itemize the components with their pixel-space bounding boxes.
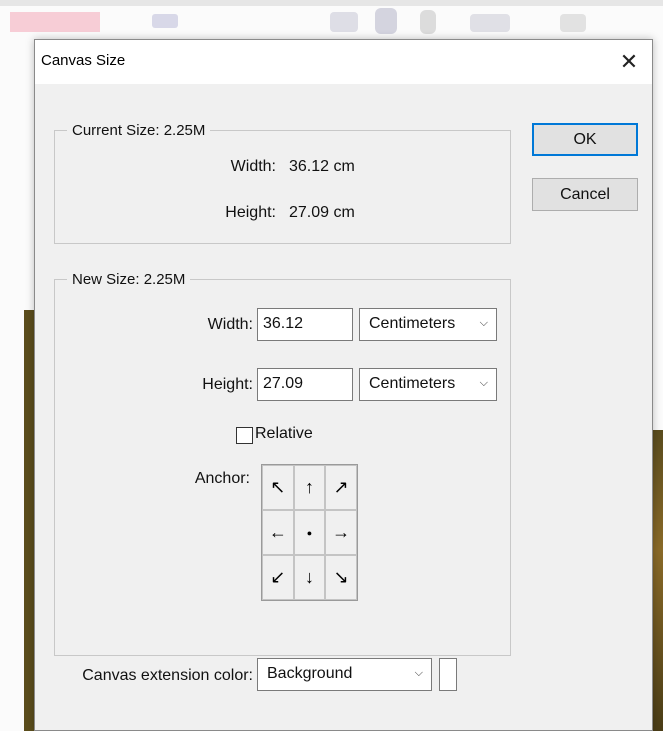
- background-shape: [330, 12, 358, 32]
- relative-label[interactable]: Relative: [255, 425, 313, 443]
- background-topbar: [0, 0, 663, 6]
- current-height-label: Height:: [225, 204, 276, 221]
- background-image-strip: [24, 310, 34, 731]
- width-unit-value: Centimeters: [369, 315, 456, 332]
- height-unit-select[interactable]: Centimeters ⌵: [359, 368, 497, 401]
- background-banner: [10, 12, 100, 32]
- anchor-bottom[interactable]: ↓: [293, 555, 326, 600]
- height-input[interactable]: 27.09: [257, 368, 353, 401]
- extension-color-swatch[interactable]: [439, 658, 457, 691]
- ok-button[interactable]: OK: [532, 123, 638, 156]
- current-size-legend: Current Size: 2.25M: [72, 122, 206, 139]
- arrow-up-right-icon: ↗: [333, 477, 349, 497]
- current-width-label: Width:: [230, 158, 276, 175]
- anchor-label: Anchor:: [194, 470, 250, 487]
- anchor-center[interactable]: ●: [293, 510, 326, 555]
- cancel-button[interactable]: Cancel: [532, 178, 638, 211]
- current-width-value: 36.12 cm: [289, 158, 355, 175]
- arrow-right-icon: →: [332, 522, 351, 542]
- arrow-left-icon: ←: [268, 522, 287, 542]
- background-shape: [470, 14, 510, 32]
- background-image-strip: [652, 430, 663, 731]
- height-unit-value: Centimeters: [369, 375, 456, 392]
- background-shape: [152, 14, 178, 28]
- current-size-group: Current Size: 2.25M: [54, 122, 511, 244]
- relative-checkbox[interactable]: [236, 427, 253, 444]
- anchor-top[interactable]: ↑: [293, 465, 326, 510]
- background-shape: [375, 8, 397, 34]
- new-height-label: Height:: [202, 376, 253, 393]
- anchor-left[interactable]: ←: [262, 510, 294, 555]
- chevron-down-icon: ⌵: [479, 377, 488, 389]
- new-width-label: Width:: [207, 316, 253, 333]
- close-button[interactable]: ✕: [606, 40, 652, 84]
- arrow-down-left-icon: ↙: [270, 567, 286, 587]
- arrow-down-right-icon: ↘: [333, 567, 349, 587]
- close-icon: ✕: [619, 49, 639, 74]
- arrow-down-icon: ↓: [304, 567, 314, 587]
- anchor-bottom-left[interactable]: ↙: [262, 555, 294, 600]
- background-shape: [420, 10, 436, 34]
- width-unit-select[interactable]: Centimeters ⌵: [359, 308, 497, 341]
- width-input[interactable]: 36.12: [257, 308, 353, 341]
- anchor-right[interactable]: →: [325, 510, 357, 555]
- anchor-bottom-right[interactable]: ↘: [325, 555, 357, 600]
- background-shape: [560, 14, 586, 32]
- anchor-top-left[interactable]: ↖: [262, 465, 294, 510]
- dialog-titlebar: Canvas Size ✕: [35, 40, 652, 84]
- extension-color-label: Canvas extension color:: [82, 667, 253, 684]
- anchor-grid: ↖ ↑ ↗ ← ● → ↙ ↓ ↘: [261, 464, 358, 601]
- arrow-up-left-icon: ↖: [270, 477, 286, 497]
- arrow-up-icon: ↑: [304, 477, 314, 497]
- extension-color-select[interactable]: Background ⌵: [257, 658, 432, 691]
- new-size-legend: New Size: 2.25M: [72, 271, 186, 288]
- chevron-down-icon: ⌵: [479, 317, 488, 329]
- extension-color-value: Background: [267, 665, 353, 682]
- dialog-title: Canvas Size: [41, 52, 126, 69]
- canvas-size-dialog: Canvas Size ✕ Current Size: 2.25M Width:…: [34, 39, 653, 731]
- anchor-top-right[interactable]: ↗: [325, 465, 357, 510]
- chevron-down-icon: ⌵: [414, 667, 423, 679]
- current-height-value: 27.09 cm: [289, 204, 355, 221]
- dot-icon: ●: [306, 527, 313, 538]
